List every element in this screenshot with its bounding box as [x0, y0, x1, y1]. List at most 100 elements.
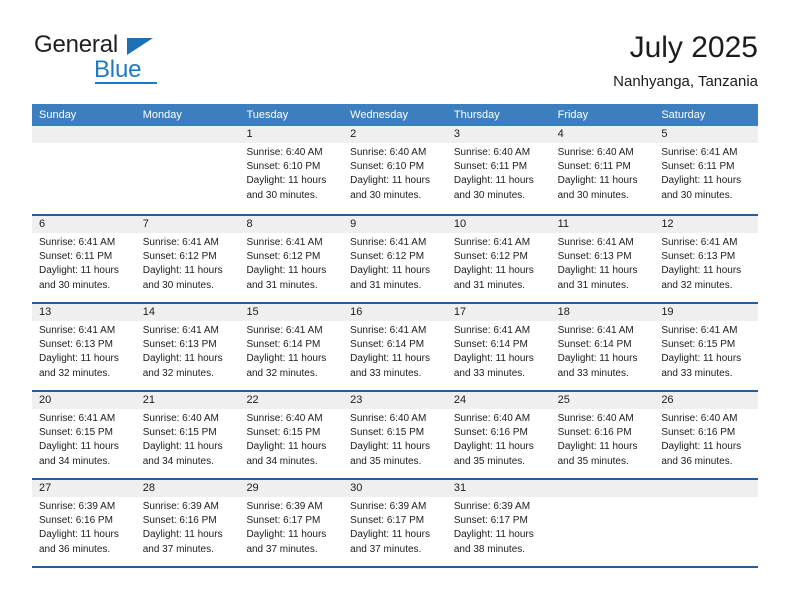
page-subtitle: Nanhyanga, Tanzania: [613, 73, 758, 90]
daylight-text-line1: Daylight: 11 hours: [557, 441, 638, 453]
day-number: [32, 126, 136, 143]
daylight-text-line1: Daylight: 11 hours: [39, 265, 119, 277]
day-cell[interactable]: 24 Sunrise: 6:40 AM Sunset: 6:16 PM Dayligh…: [446, 392, 551, 478]
day-cell[interactable]: 16 Sunrise: 6:41 AM Sunset: 6:14 PM Dayligh…: [343, 304, 447, 390]
sunset-text: Sunset: 6:11 PM: [661, 161, 735, 173]
daylight-text-line1: Daylight: 11 hours: [661, 441, 742, 453]
calendar-week-row: 27 Sunrise: 6:39 AM Sunset: 6:16 PM Dayligh…: [32, 478, 759, 566]
daylight-text-line2: and 31 minutes.: [453, 279, 526, 291]
day-cell[interactable]: 9 Sunrise: 6:41 AM Sunset: 6:12 PM Daylight…: [343, 216, 447, 302]
daylight-text-line1: Daylight: 11 hours: [246, 441, 327, 453]
day-cell[interactable]: 3 Sunrise: 6:40 AM Sunset: 6:11 PM Daylight…: [446, 126, 551, 214]
sunset-text: Sunset: 6:12 PM: [142, 251, 217, 263]
daylight-text-line2: and 35 minutes.: [453, 455, 526, 467]
day-cell[interactable]: 8 Sunrise: 6:41 AM Sunset: 6:12 PM Daylight…: [239, 216, 344, 302]
day-cell[interactable]: 6 Sunrise: 6:41 AM Sunset: 6:11 PM Daylight…: [32, 216, 136, 302]
day-cell[interactable]: 30 Sunrise: 6:39 AM Sunset: 6:17 PM Dayligh…: [343, 480, 447, 566]
day-number: [654, 480, 759, 497]
sunset-text: Sunset: 6:15 PM: [246, 427, 321, 439]
sunrise-text: Sunrise: 6:41 AM: [39, 413, 116, 424]
weekday-header-monday: Monday: [142, 109, 182, 121]
sunrise-text: Sunrise: 6:39 AM: [350, 501, 427, 512]
daylight-text-line2: and 34 minutes.: [142, 455, 214, 467]
sunrise-text: Sunrise: 6:41 AM: [453, 325, 531, 336]
day-cell[interactable]: 31 Sunrise: 6:39 AM Sunset: 6:17 PM Dayligh…: [446, 480, 551, 566]
day-details: Sunrise: 6:41 AM Sunset: 6:15 PM Daylight:…: [32, 409, 136, 469]
day-cell[interactable]: 19 Sunrise: 6:41 AM Sunset: 6:15 PM Dayligh…: [654, 304, 759, 390]
day-cell[interactable]: 27 Sunrise: 6:39 AM Sunset: 6:16 PM Dayligh…: [32, 480, 136, 566]
logo-word-general: General: [34, 31, 118, 58]
daylight-text-line1: Daylight: 11 hours: [39, 529, 119, 541]
day-cell[interactable]: 4 Sunrise: 6:40 AM Sunset: 6:11 PM Daylight…: [550, 126, 655, 214]
day-cell[interactable]: 12 Sunrise: 6:41 AM Sunset: 6:13 PM Dayligh…: [654, 216, 759, 302]
day-cell[interactable]: 22 Sunrise: 6:40 AM Sunset: 6:15 PM Dayligh…: [239, 392, 344, 478]
day-number: 20: [32, 392, 136, 409]
daylight-text-line1: Daylight: 11 hours: [350, 441, 431, 453]
daylight-text-line1: Daylight: 11 hours: [350, 529, 431, 541]
day-cell[interactable]: 17 Sunrise: 6:41 AM Sunset: 6:14 PM Dayligh…: [446, 304, 551, 390]
day-cell[interactable]: 14 Sunrise: 6:41 AM Sunset: 6:13 PM Dayligh…: [135, 304, 240, 390]
triangle-icon: [127, 38, 153, 55]
day-cell[interactable]: 20 Sunrise: 6:41 AM Sunset: 6:15 PM Dayligh…: [32, 392, 136, 478]
sunrise-text: Sunrise: 6:41 AM: [557, 237, 634, 248]
day-cell[interactable]: 7 Sunrise: 6:41 AM Sunset: 6:12 PM Daylight…: [135, 216, 240, 302]
daylight-text-line2: and 34 minutes.: [39, 455, 111, 467]
weekday-header-wednesday: Wednesday: [350, 109, 409, 121]
daylight-text-line2: and 32 minutes.: [142, 367, 214, 379]
day-cell-empty: [550, 480, 655, 566]
daylight-text-line2: and 30 minutes.: [453, 189, 526, 201]
sunrise-text: Sunrise: 6:40 AM: [453, 147, 531, 158]
sunrise-text: Sunrise: 6:39 AM: [142, 501, 219, 512]
day-number: 21: [135, 392, 240, 409]
day-cell[interactable]: 1 Sunrise: 6:40 AM Sunset: 6:10 PM Daylight…: [239, 126, 344, 214]
daylight-text-line2: and 33 minutes.: [453, 367, 526, 379]
day-cell[interactable]: 11 Sunrise: 6:41 AM Sunset: 6:13 PM Dayligh…: [550, 216, 655, 302]
sunrise-text: Sunrise: 6:40 AM: [350, 147, 427, 158]
daylight-text-line2: and 37 minutes.: [350, 543, 422, 555]
daylight-text-line2: and 30 minutes.: [350, 189, 422, 201]
sunrise-text: Sunrise: 6:40 AM: [142, 413, 219, 424]
sunset-text: Sunset: 6:16 PM: [142, 515, 217, 527]
day-number: 22: [239, 392, 344, 409]
sunrise-text: Sunrise: 6:41 AM: [246, 237, 323, 248]
day-cell[interactable]: 29 Sunrise: 6:39 AM Sunset: 6:17 PM Dayligh…: [239, 480, 344, 566]
calendar-page: General Blue July 2025 Nanhyanga, Tanzan…: [0, 0, 792, 612]
daylight-text-line2: and 36 minutes.: [661, 455, 733, 467]
sunrise-text: Sunrise: 6:40 AM: [661, 413, 738, 424]
day-cell[interactable]: 13 Sunrise: 6:41 AM Sunset: 6:13 PM Dayligh…: [32, 304, 136, 390]
daylight-text-line2: and 31 minutes.: [557, 279, 629, 291]
general-blue-logo[interactable]: General Blue: [32, 30, 222, 90]
page-title: July 2025: [629, 31, 758, 64]
day-number: 16: [343, 304, 447, 321]
sunset-text: Sunset: 6:14 PM: [350, 339, 425, 351]
sunset-text: Sunset: 6:13 PM: [39, 339, 113, 351]
daylight-text-line2: and 37 minutes.: [142, 543, 214, 555]
day-cell[interactable]: 2 Sunrise: 6:40 AM Sunset: 6:10 PM Daylight…: [343, 126, 447, 214]
weekday-header-friday: Friday: [557, 109, 589, 121]
day-cell[interactable]: 23 Sunrise: 6:40 AM Sunset: 6:15 PM Dayligh…: [343, 392, 447, 478]
grid-bottom-rule: [32, 566, 758, 568]
sunset-text: Sunset: 6:12 PM: [246, 251, 321, 263]
day-cell[interactable]: 21 Sunrise: 6:40 AM Sunset: 6:15 PM Dayligh…: [135, 392, 240, 478]
day-number: 8: [239, 216, 344, 233]
day-number: 24: [446, 392, 551, 409]
day-details: Sunrise: 6:40 AM Sunset: 6:11 PM Daylight:…: [447, 143, 551, 203]
calendar-weeks: 1 Sunrise: 6:40 AM Sunset: 6:10 PM Daylight…: [32, 126, 759, 566]
day-number: [550, 480, 655, 497]
day-cell[interactable]: 26 Sunrise: 6:40 AM Sunset: 6:16 PM Dayligh…: [654, 392, 759, 478]
day-details: Sunrise: 6:41 AM Sunset: 6:13 PM Daylight:…: [654, 233, 758, 293]
weekday-header-thursday: Thursday: [453, 109, 500, 121]
sunrise-text: Sunrise: 6:41 AM: [557, 325, 634, 336]
daylight-text-line1: Daylight: 11 hours: [39, 441, 119, 453]
day-cell[interactable]: 25 Sunrise: 6:40 AM Sunset: 6:16 PM Dayligh…: [550, 392, 655, 478]
day-cell[interactable]: 18 Sunrise: 6:41 AM Sunset: 6:14 PM Dayligh…: [550, 304, 655, 390]
daylight-text-line1: Daylight: 11 hours: [557, 175, 638, 187]
day-number: 10: [446, 216, 551, 233]
sunset-text: Sunset: 6:13 PM: [142, 339, 217, 351]
daylight-text-line1: Daylight: 11 hours: [453, 441, 534, 453]
day-cell[interactable]: 5 Sunrise: 6:41 AM Sunset: 6:11 PM Daylight…: [654, 126, 759, 214]
day-cell[interactable]: 10 Sunrise: 6:41 AM Sunset: 6:12 PM Dayligh…: [446, 216, 551, 302]
day-cell[interactable]: 28 Sunrise: 6:39 AM Sunset: 6:16 PM Dayligh…: [135, 480, 240, 566]
sunrise-text: Sunrise: 6:41 AM: [661, 237, 738, 248]
day-cell[interactable]: 15 Sunrise: 6:41 AM Sunset: 6:14 PM Dayligh…: [239, 304, 344, 390]
